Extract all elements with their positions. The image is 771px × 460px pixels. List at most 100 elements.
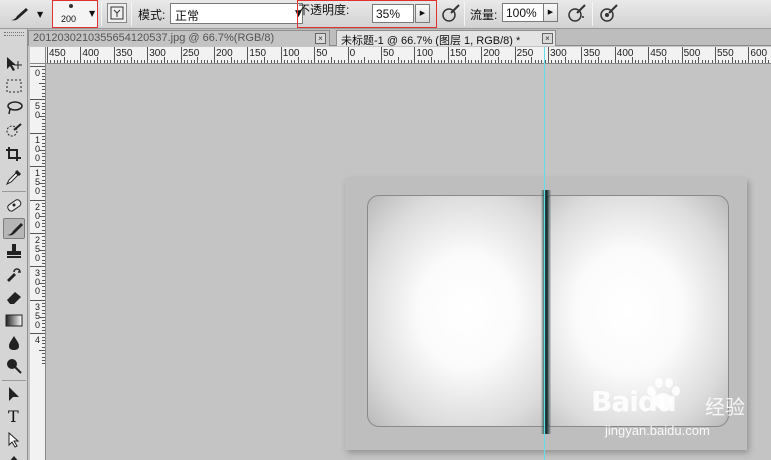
- ruler-minor-tick: [42, 359, 45, 361]
- healing-brush-tool[interactable]: [3, 195, 25, 216]
- size-pressure-button[interactable]: [598, 2, 620, 24]
- ruler-major-tick: [681, 47, 683, 63]
- vertical-ruler[interactable]: 0501001502002503003504: [30, 64, 46, 460]
- ruler-minor-tick: [203, 60, 205, 63]
- ruler-minor-tick: [42, 146, 45, 148]
- flow-slider-button[interactable]: ▶: [543, 3, 558, 22]
- ruler-minor-tick: [287, 60, 289, 63]
- crop-tool[interactable]: [3, 144, 25, 165]
- history-brush-tool[interactable]: [3, 264, 25, 285]
- ruler-minor-tick: [431, 57, 433, 63]
- tab-document-jpg[interactable]: 20120302103556541205​37.jpg @ 66.7%(RGB/…: [28, 30, 330, 46]
- brush-size-picker[interactable]: 200 ▼: [52, 0, 98, 28]
- toolbox-grip[interactable]: [4, 32, 24, 36]
- lasso-tool[interactable]: [3, 98, 25, 119]
- ruler-minor-tick: [330, 57, 332, 63]
- ruler-minor-tick: [467, 60, 469, 63]
- type-tool[interactable]: T: [3, 407, 25, 428]
- ruler-minor-tick: [721, 60, 723, 63]
- ruler-minor-tick: [698, 57, 700, 63]
- watermark-url: jingyan.baidu.com: [605, 423, 710, 438]
- ruler-minor-tick: [491, 60, 493, 63]
- marquee-tool[interactable]: [3, 76, 25, 97]
- ruler-major-tick: [381, 47, 382, 63]
- ruler-minor-tick: [42, 172, 45, 174]
- pen-pressure-icon: [442, 4, 460, 22]
- opacity-pressure-button[interactable]: [440, 2, 462, 24]
- move-tool[interactable]: [3, 54, 25, 75]
- ruler-minor-tick: [57, 60, 59, 63]
- tool-preset-picker[interactable]: ▼: [4, 3, 44, 25]
- ruler-minor-tick: [97, 57, 99, 63]
- type-icon: T: [8, 407, 19, 426]
- ruler-minor-tick: [758, 60, 760, 63]
- ruler-minor-tick: [598, 57, 600, 63]
- ruler-minor-tick: [42, 89, 45, 91]
- ruler-minor-tick: [367, 60, 369, 63]
- ruler-minor-tick: [42, 109, 45, 111]
- horizontal-ruler[interactable]: 450 400 350 300 250 200 150 100 50 0 50 100 150 200 25…: [46, 47, 771, 64]
- flow-input[interactable]: 100%: [502, 3, 544, 22]
- ruler-minor-tick: [324, 60, 326, 63]
- ruler-minor-tick: [42, 159, 45, 161]
- opacity-value: 35%: [376, 7, 401, 21]
- direct-select-tool[interactable]: [3, 430, 25, 451]
- ruler-minor-tick: [143, 60, 145, 63]
- ruler-minor-tick: [738, 60, 740, 63]
- ruler-minor-tick: [42, 206, 45, 208]
- ruler-major-tick: [80, 47, 82, 63]
- eraser-tool[interactable]: [3, 287, 25, 308]
- brush-tool[interactable]: [3, 218, 25, 239]
- ruler-minor-tick: [42, 86, 45, 88]
- ruler-minor-tick: [377, 60, 379, 63]
- ruler-minor-tick: [42, 303, 45, 305]
- ruler-minor-tick: [718, 60, 720, 63]
- opacity-input[interactable]: 35%: [372, 4, 414, 23]
- clone-stamp-tool[interactable]: [3, 241, 25, 262]
- ruler-minor-tick: [357, 60, 359, 63]
- gradient-tool[interactable]: [3, 310, 25, 331]
- close-icon[interactable]: ×: [542, 33, 553, 44]
- ruler-minor-tick: [190, 60, 192, 63]
- ruler-minor-tick: [638, 60, 640, 63]
- ruler-origin[interactable]: [30, 47, 46, 64]
- tab-document-untitled[interactable]: 未标题-1 @ 66.7% (图层 1, RGB/8) * ×: [336, 30, 556, 46]
- ruler-major-tick: [30, 199, 45, 201]
- ruler-minor-tick: [42, 139, 45, 141]
- ruler-minor-tick: [234, 60, 236, 63]
- options-bar: ▼ 200 ▼ 模式: 正常 ▼ 不透明度: 35% ▶ 流量: 100% ▶: [0, 0, 771, 29]
- chevron-down-icon: ▼: [37, 10, 44, 19]
- ruler-major-tick: [30, 233, 45, 234]
- eyedropper-tool[interactable]: [3, 167, 25, 188]
- close-icon[interactable]: ×: [315, 33, 326, 44]
- ruler-minor-tick: [588, 60, 590, 63]
- ruler-minor-tick: [444, 60, 446, 63]
- airbrush-button[interactable]: [566, 2, 588, 24]
- vertical-guide[interactable]: [544, 47, 545, 460]
- path-select-tool[interactable]: [3, 384, 25, 405]
- ruler-minor-tick: [524, 60, 526, 63]
- ruler-minor-tick: [668, 60, 670, 63]
- ruler-minor-tick: [558, 60, 560, 63]
- ruler-minor-tick: [601, 60, 603, 63]
- pen-tool[interactable]: [3, 453, 25, 460]
- ruler-minor-tick: [691, 60, 693, 63]
- ruler-minor-tick: [110, 60, 112, 63]
- brush-panel-toggle-button[interactable]: [107, 3, 127, 23]
- ruler-minor-tick: [417, 60, 419, 63]
- ruler-minor-tick: [394, 60, 396, 63]
- ruler-minor-tick: [701, 60, 703, 63]
- quick-select-tool[interactable]: [3, 120, 25, 141]
- blur-tool[interactable]: [3, 333, 25, 354]
- ruler-minor-tick: [350, 60, 352, 63]
- mode-select[interactable]: 正常 ▼: [170, 3, 303, 24]
- dodge-tool[interactable]: [3, 356, 25, 377]
- opacity-slider-button[interactable]: ▶: [415, 4, 430, 23]
- ruler-minor-tick: [42, 269, 45, 271]
- ruler-minor-tick: [220, 60, 222, 63]
- ruler-minor-tick: [731, 57, 733, 63]
- ruler-minor-tick: [224, 60, 226, 63]
- ruler-minor-tick: [42, 192, 45, 194]
- ruler-minor-tick: [294, 60, 296, 63]
- brush-icon: [11, 8, 28, 21]
